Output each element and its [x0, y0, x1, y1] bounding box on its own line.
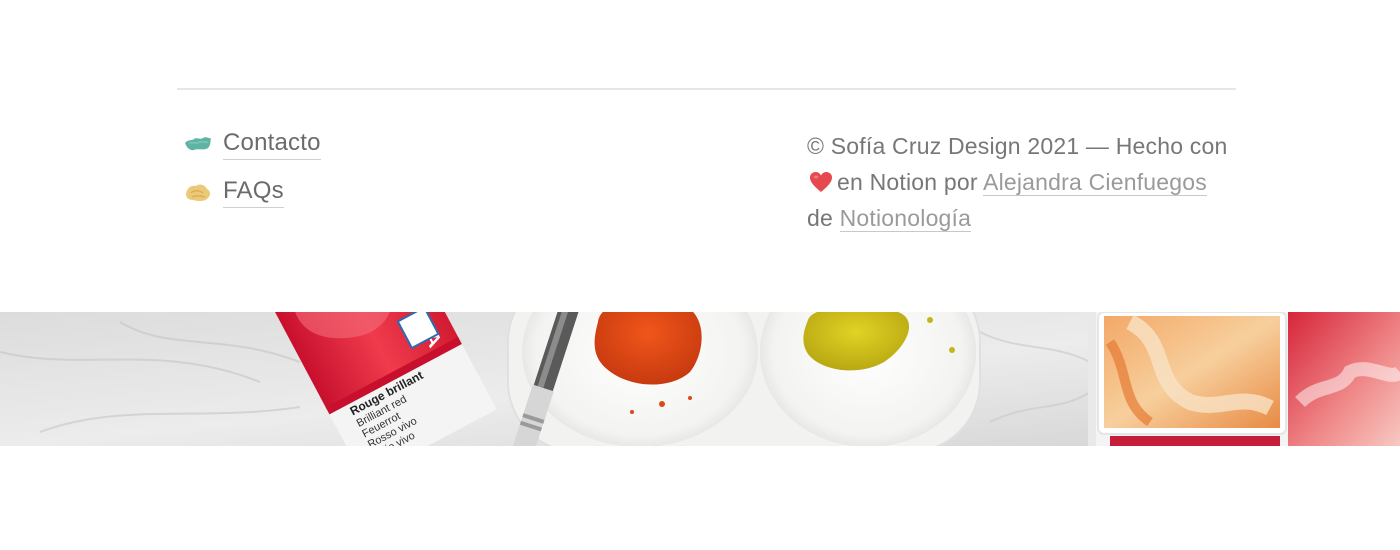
- teal-paint-stroke-icon: [183, 132, 213, 156]
- page: Contacto FAQs © Sofía Cruz Design 2021 —…: [0, 0, 1400, 550]
- footer-links: Contacto FAQs: [183, 124, 583, 220]
- credits-middle: en Notion por: [837, 169, 978, 195]
- contact-link-label: Contacto: [223, 128, 321, 160]
- heart-icon: [809, 167, 833, 192]
- faqs-link[interactable]: FAQs: [183, 172, 583, 212]
- faqs-link-label: FAQs: [223, 176, 284, 208]
- footer-divider: [177, 88, 1236, 90]
- footer-credits: © Sofía Cruz Design 2021 — Hecho con en …: [807, 128, 1237, 236]
- author-link[interactable]: Alejandra Cienfuegos: [983, 169, 1207, 196]
- yellow-paint-stroke-icon: [183, 180, 213, 204]
- contact-link[interactable]: Contacto: [183, 124, 583, 164]
- credits-connector: de: [807, 205, 833, 231]
- watercolor-paints-photo: AWA Rouge brillant Brilliant red Feuerro…: [0, 312, 1400, 446]
- notionologia-link[interactable]: Notionología: [839, 205, 972, 232]
- credits-prefix: © Sofía Cruz Design 2021 — Hecho con: [807, 133, 1228, 159]
